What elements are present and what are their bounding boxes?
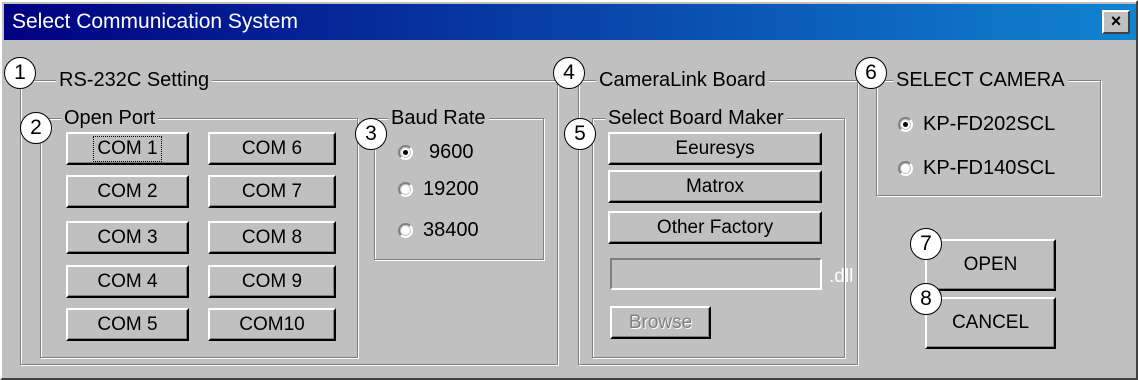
com7-button[interactable]: COM 7 <box>208 175 336 208</box>
cameralink-legend: CameraLink Board <box>596 68 769 92</box>
com1-button[interactable]: COM 1 <box>66 132 189 165</box>
com2-button[interactable]: COM 2 <box>66 175 189 208</box>
radio-unselected-icon <box>398 182 413 197</box>
title-bar[interactable]: Select Communication System × <box>4 4 1136 40</box>
com4-button[interactable]: COM 4 <box>66 265 189 298</box>
callout-3: 3 <box>355 118 387 150</box>
com9-button[interactable]: COM 9 <box>208 265 336 298</box>
rs232-legend: RS-232C Setting <box>56 68 213 92</box>
select-camera-legend: SELECT CAMERA <box>893 68 1068 92</box>
callout-2: 2 <box>20 112 52 144</box>
other-factory-button[interactable]: Other Factory <box>608 211 822 244</box>
radio-unselected-icon <box>398 223 413 238</box>
baud-19200-radio[interactable]: 19200 <box>398 178 479 201</box>
window-title: Select Communication System <box>12 10 298 33</box>
browse-button: Browse <box>610 306 711 339</box>
com6-button[interactable]: COM 6 <box>208 132 336 165</box>
com8-button[interactable]: COM 8 <box>208 221 336 254</box>
com5-button[interactable]: COM 5 <box>66 308 189 341</box>
baud-rate-legend: Baud Rate <box>388 106 489 130</box>
open-button[interactable]: OPEN <box>925 239 1056 291</box>
open-port-legend: Open Port <box>61 106 159 130</box>
board-maker-legend: Select Board Maker <box>605 106 787 130</box>
dll-path-field[interactable] <box>610 258 822 290</box>
camera-kp-fd202scl-radio[interactable]: KP-FD202SCL <box>898 113 1055 136</box>
callout-5: 5 <box>564 118 596 150</box>
radio-selected-icon <box>898 117 913 132</box>
cancel-button[interactable]: CANCEL <box>925 297 1056 349</box>
baud-9600-radio[interactable]: 9600 <box>398 141 474 164</box>
callout-8: 8 <box>910 283 942 315</box>
callout-7: 7 <box>910 228 942 260</box>
com3-button[interactable]: COM 3 <box>66 221 189 254</box>
eeuresys-button[interactable]: Eeuresys <box>608 132 822 165</box>
com10-button[interactable]: COM10 <box>208 308 336 341</box>
radio-selected-icon <box>398 145 413 160</box>
dll-suffix-label: .dll <box>829 266 854 287</box>
radio-unselected-icon <box>898 161 913 176</box>
close-icon[interactable]: × <box>1102 10 1130 34</box>
callout-4: 4 <box>553 57 585 89</box>
baud-38400-radio[interactable]: 38400 <box>398 219 479 242</box>
callout-6: 6 <box>855 57 887 89</box>
camera-kp-fd140scl-radio[interactable]: KP-FD140SCL <box>898 157 1055 180</box>
callout-1: 1 <box>4 57 36 89</box>
matrox-button[interactable]: Matrox <box>608 170 822 203</box>
